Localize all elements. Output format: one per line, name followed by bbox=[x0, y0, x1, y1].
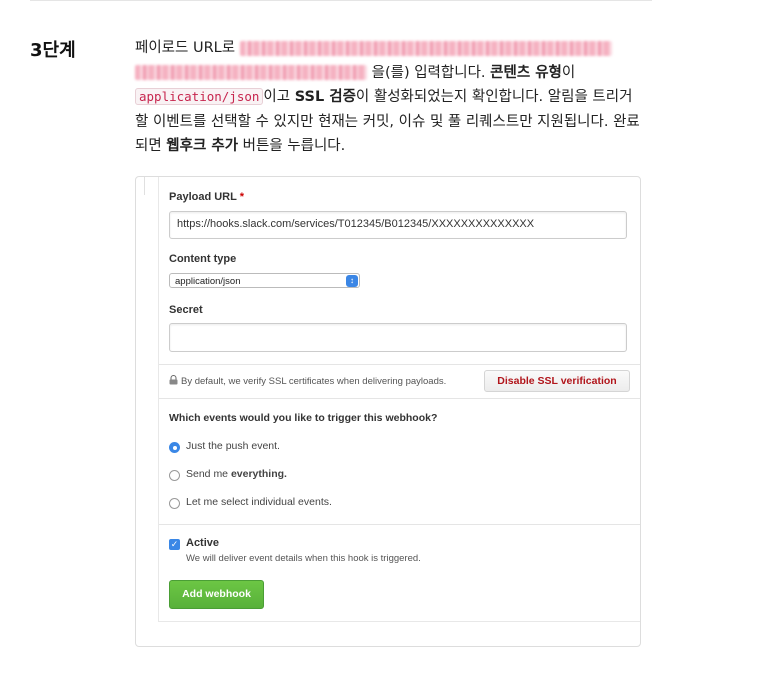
content-type-label: Content type bbox=[169, 253, 237, 265]
webhook-form: Payload URL * https://hooks.slack.com/se… bbox=[158, 177, 640, 622]
disable-ssl-button[interactable]: Disable SSL verification bbox=[484, 370, 630, 392]
option-everything-bold: everything. bbox=[230, 468, 287, 480]
secret-input[interactable] bbox=[169, 323, 627, 352]
ssl-bold: SSL 검증 bbox=[294, 89, 356, 105]
instruction-paragraph: 페이로드 URL로 을(를) 입력합니다. 콘텐츠 유형이 applicatio… bbox=[135, 36, 645, 159]
active-checkbox[interactable]: ✓ bbox=[169, 539, 180, 550]
inline-code-json: application/json bbox=[135, 88, 264, 105]
required-mark: * bbox=[239, 191, 244, 203]
option-individual-label: Let me select individual events. bbox=[186, 496, 332, 508]
active-description: We will deliver event details when this … bbox=[186, 553, 421, 564]
events-question: Which events would you like to trigger t… bbox=[169, 412, 438, 424]
para-text-3: 이 bbox=[561, 64, 576, 81]
option-everything-prefix: Send me bbox=[186, 468, 231, 480]
ssl-note: By default, we verify SSL certificates w… bbox=[169, 375, 446, 387]
section-divider bbox=[159, 524, 640, 525]
section-divider bbox=[159, 398, 640, 399]
content-type-value: application/json bbox=[175, 276, 241, 287]
redacted-url-line-2 bbox=[135, 65, 367, 80]
secret-label: Secret bbox=[169, 304, 203, 316]
section-divider bbox=[159, 364, 640, 365]
content-type-select[interactable]: application/json ↕ bbox=[169, 273, 360, 288]
top-divider bbox=[30, 0, 652, 1]
radio-everything[interactable] bbox=[169, 470, 180, 481]
content-type-bold: 콘텐츠 유형 bbox=[490, 64, 562, 81]
lock-icon bbox=[169, 375, 178, 385]
radio-individual[interactable] bbox=[169, 498, 180, 509]
payload-url-label-text: Payload URL bbox=[169, 191, 237, 203]
step-heading: 3단계 bbox=[30, 40, 76, 61]
payload-url-label: Payload URL * bbox=[169, 191, 244, 203]
para-text-1: 페이로드 URL로 bbox=[135, 40, 240, 56]
radio-push[interactable] bbox=[169, 442, 180, 453]
checkmark-icon: ✓ bbox=[170, 539, 179, 549]
ssl-note-text: By default, we verify SSL certificates w… bbox=[181, 376, 447, 387]
card-corner-divider bbox=[136, 177, 145, 195]
add-webhook-bold: 웹후크 추가 bbox=[166, 138, 239, 154]
para-text-4: 이고 bbox=[263, 89, 295, 105]
para-text-6: 버튼을 누릅니다. bbox=[238, 138, 346, 154]
payload-url-value: https://hooks.slack.com/services/T012345… bbox=[177, 218, 535, 230]
select-arrows-icon: ↕ bbox=[346, 275, 358, 287]
active-label: Active bbox=[186, 537, 220, 549]
option-everything-label: Send me everything. bbox=[186, 468, 287, 480]
add-webhook-button[interactable]: Add webhook bbox=[169, 580, 264, 609]
payload-url-input[interactable]: https://hooks.slack.com/services/T012345… bbox=[169, 211, 627, 239]
redacted-url-line-1 bbox=[239, 40, 612, 56]
option-push-label: Just the push event. bbox=[186, 440, 280, 452]
webhook-form-screenshot: Payload URL * https://hooks.slack.com/se… bbox=[135, 176, 641, 647]
para-text-2: 을(를) 입력합니다. bbox=[371, 64, 491, 81]
